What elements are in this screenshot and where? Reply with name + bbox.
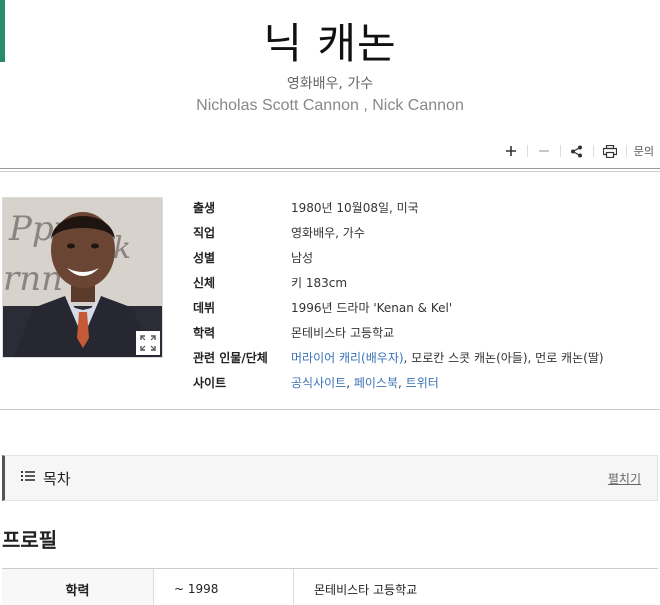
facebook-link[interactable]: 페이스북	[354, 376, 398, 390]
related-link-spouse[interactable]: 머라이어 캐리(배우자)	[291, 351, 404, 365]
toolbar-divider	[526, 145, 528, 157]
info-row-education: 학력 몬테비스타 고등학교	[193, 320, 604, 345]
inquiry-button[interactable]: 문의	[630, 143, 654, 159]
info-label: 사이트	[193, 376, 227, 390]
info-label: 신체	[193, 276, 216, 290]
info-row-debut: 데뷔 1996년 드라마 'Kenan & Kel'	[193, 295, 604, 320]
official-site-link[interactable]: 공식사이트	[291, 376, 346, 390]
info-row-related: 관련 인물/단체 머라이어 캐리(배우자), 모로칸 스콧 캐논(아들), 먼로…	[193, 345, 604, 370]
toc-heading: 목차	[21, 468, 71, 489]
toc-label: 목차	[43, 469, 71, 488]
page-title: 닉 캐논	[263, 19, 397, 68]
toc-expand-button[interactable]: 펼치기	[608, 470, 641, 487]
profile-divider	[0, 409, 660, 410]
expand-icon[interactable]	[136, 331, 160, 355]
info-row-body: 신체 키 183cm	[193, 270, 604, 295]
header-divider	[0, 168, 660, 172]
profile-photo[interactable]: Ppy rnn k	[2, 197, 163, 358]
related-rest: , 모로칸 스콧 캐논(아들), 먼로 캐논(딸)	[403, 351, 604, 365]
svg-text:k: k	[113, 231, 131, 266]
site-separator: ,	[398, 376, 406, 390]
toolbar-divider	[559, 145, 561, 157]
info-value: 머라이어 캐리(배우자), 모로칸 스콧 캐논(아들), 먼로 캐논(딸)	[291, 349, 604, 366]
plus-icon[interactable]	[498, 141, 524, 161]
minus-icon[interactable]	[531, 141, 557, 161]
toolbar-divider	[625, 145, 627, 157]
info-value: 1996년 드라마 'Kenan & Kel'	[291, 301, 453, 315]
info-value: 공식사이트, 페이스북, 트위터	[291, 374, 439, 391]
info-label: 출생	[193, 201, 216, 215]
profile-info: 출생 1980년 10월08일, 미국 직업 영화배우, 가수 성별 남성 신체…	[193, 195, 604, 395]
list-icon	[21, 470, 35, 486]
info-value: 영화배우, 가수	[291, 226, 365, 240]
education-label: 학력	[2, 569, 154, 605]
info-value: 키 183cm	[291, 276, 348, 290]
info-label: 학력	[193, 326, 216, 340]
info-label: 관련 인물/단체	[193, 351, 268, 365]
toolbar: 문의	[498, 140, 654, 162]
info-row-job: 직업 영화배우, 가수	[193, 220, 604, 245]
page-subtitle: 영화배우, 가수	[286, 76, 374, 92]
info-row-gender: 성별 남성	[193, 245, 604, 270]
site-separator: ,	[346, 376, 354, 390]
info-label: 직업	[193, 226, 216, 240]
info-value: 1980년 10월08일, 미국	[291, 201, 419, 215]
education-school: 몬테비스타 고등학교	[314, 582, 418, 597]
info-row-sites: 사이트 공식사이트, 페이스북, 트위터	[193, 370, 604, 395]
printer-icon[interactable]	[597, 141, 623, 161]
table-row: 학력 ~ 1998 몬테비스타 고등학교	[2, 569, 658, 605]
english-name: Nicholas Scott Cannon , Nick Cannon	[196, 97, 464, 114]
info-label: 성별	[193, 251, 216, 265]
share-icon[interactable]	[564, 141, 590, 161]
info-value: 남성	[291, 251, 314, 265]
table-of-contents: 목차 펼치기	[2, 455, 658, 501]
twitter-link[interactable]: 트위터	[406, 376, 439, 390]
info-label: 데뷔	[193, 301, 216, 315]
toolbar-divider	[592, 145, 594, 157]
education-table: 학력 ~ 1998 몬테비스타 고등학교	[2, 568, 658, 605]
info-value: 몬테비스타 고등학교	[291, 326, 395, 340]
section-title-profile: 프로필	[2, 528, 58, 552]
education-period: ~ 1998	[154, 569, 294, 605]
info-row-birth: 출생 1980년 10월08일, 미국	[193, 195, 604, 220]
